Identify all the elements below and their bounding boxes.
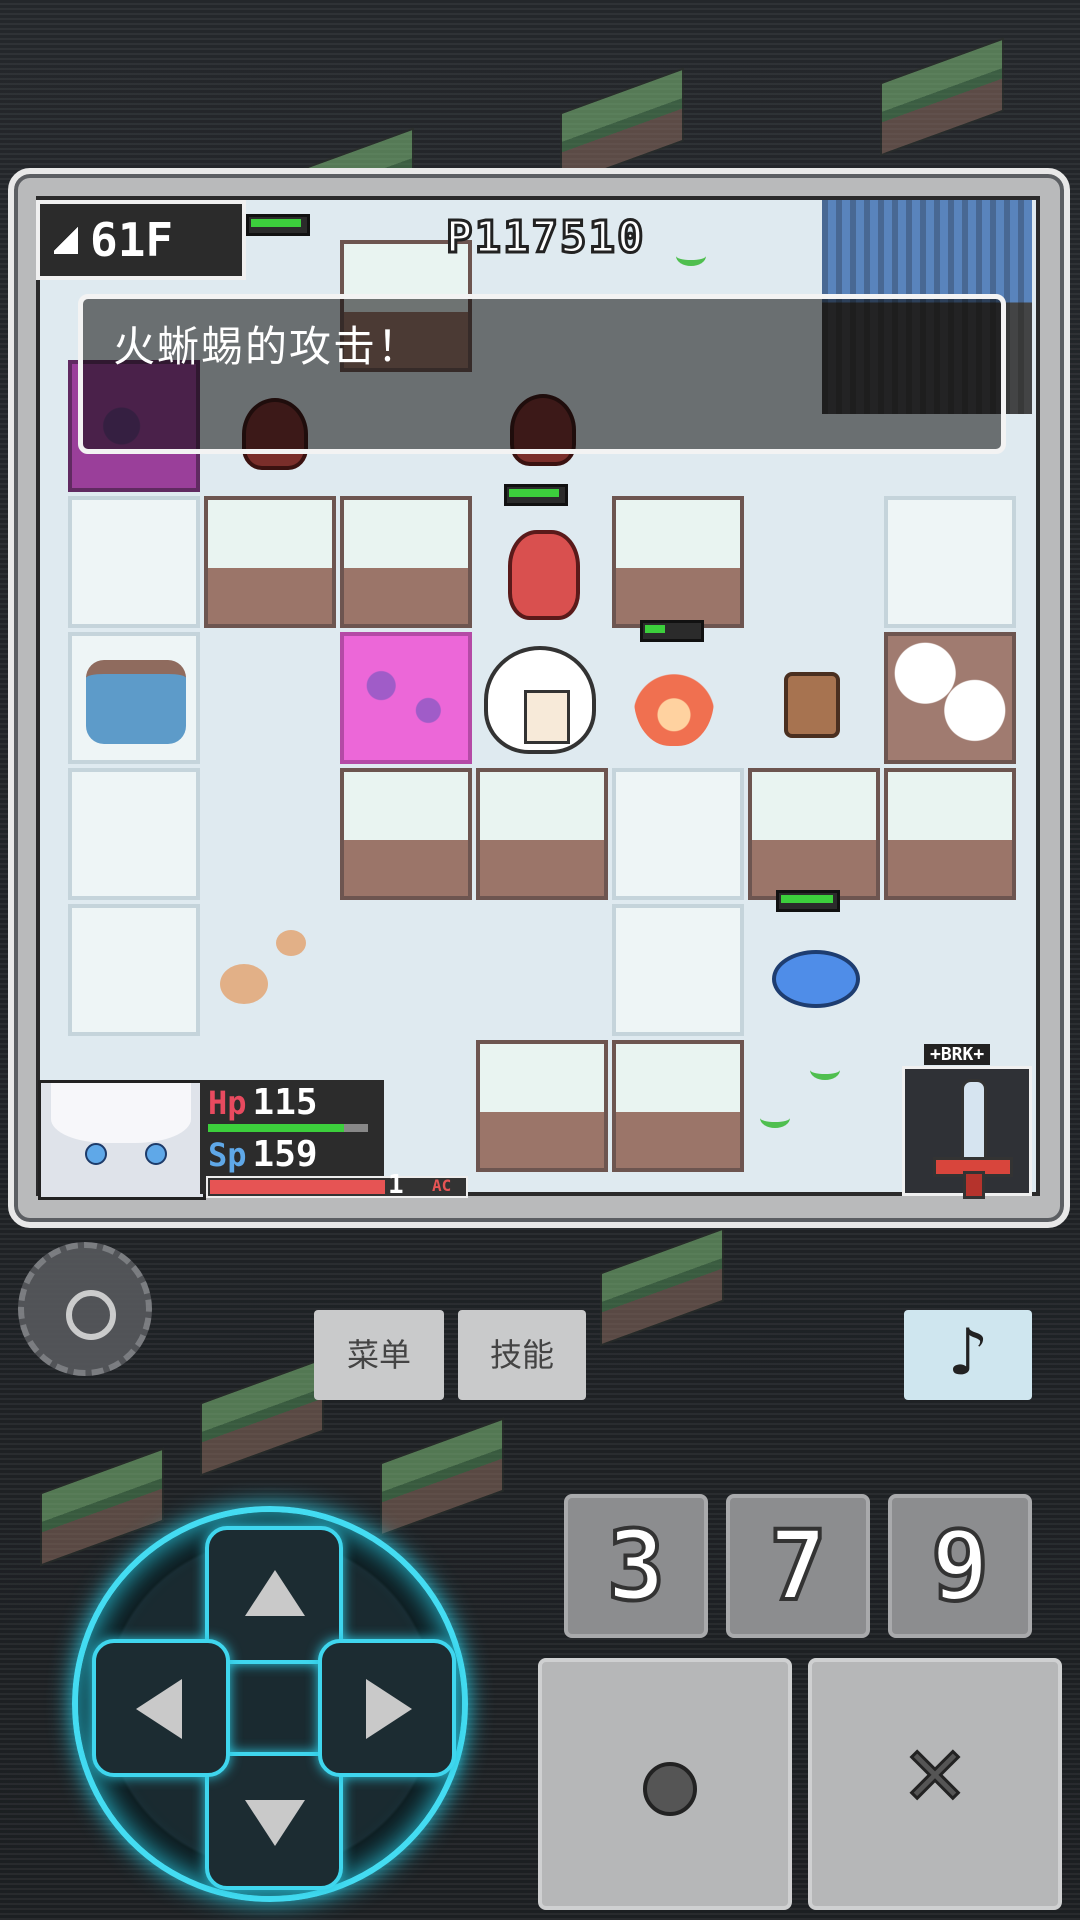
cliff-tile bbox=[884, 768, 1016, 900]
mud-puddle bbox=[276, 930, 306, 956]
hp-value: 115 bbox=[252, 1082, 318, 1123]
dpad-down-button[interactable] bbox=[205, 1752, 343, 1890]
grass-tuft bbox=[810, 1060, 840, 1080]
floor-indicator: 61F bbox=[36, 200, 246, 280]
hp-row: Hp 115 bbox=[208, 1082, 318, 1123]
snow-tile bbox=[612, 768, 744, 900]
exp-bar bbox=[206, 1176, 468, 1198]
gear-icon[interactable] bbox=[18, 1242, 152, 1376]
mud-puddle bbox=[220, 964, 268, 1004]
cliff-tile bbox=[204, 496, 336, 628]
arrow-right-icon bbox=[366, 1679, 412, 1739]
glove-item-icon[interactable] bbox=[784, 672, 840, 738]
battle-message: 火蜥蜴的攻击！ bbox=[113, 322, 422, 371]
enemy-hp-bar bbox=[776, 890, 840, 912]
portrait-eye bbox=[145, 1143, 167, 1165]
fish-enemy-sprite bbox=[772, 950, 860, 1008]
portrait-eye bbox=[85, 1143, 107, 1165]
sp-value: 159 bbox=[252, 1134, 318, 1175]
signal-icon bbox=[54, 224, 78, 254]
x-icon: ✕ bbox=[900, 1729, 970, 1825]
cliff-tile bbox=[748, 768, 880, 900]
key-3-button[interactable]: 3 bbox=[564, 1494, 708, 1638]
cliff-tile bbox=[340, 768, 472, 900]
dpad-up-button[interactable] bbox=[205, 1526, 343, 1664]
arrow-down-icon bbox=[245, 1800, 305, 1846]
cancel-button[interactable]: ✕ bbox=[808, 1658, 1062, 1910]
player-portrait[interactable] bbox=[38, 1080, 206, 1200]
level-value: 1 bbox=[388, 1170, 404, 1200]
arrow-up-icon bbox=[245, 1570, 305, 1616]
grass-tuft bbox=[676, 246, 706, 266]
cliff-tile bbox=[340, 496, 472, 628]
gold-counter: P117510 bbox=[444, 211, 646, 265]
key-9-button[interactable]: 9 bbox=[888, 1494, 1032, 1638]
snow-tile bbox=[68, 496, 200, 628]
cliff-tile bbox=[476, 768, 608, 900]
key-7-button[interactable]: 7 bbox=[726, 1494, 870, 1638]
enemy-hp-bar bbox=[640, 620, 704, 642]
skill-button[interactable]: 技能 bbox=[458, 1310, 586, 1400]
snow-tile bbox=[68, 768, 200, 900]
sp-label: Sp bbox=[208, 1136, 247, 1174]
enemy-hp-bar bbox=[246, 214, 310, 236]
weapon-slot[interactable] bbox=[902, 1066, 1032, 1199]
circle-icon bbox=[643, 1762, 697, 1816]
battle-message-box[interactable]: 火蜥蜴的攻击！ bbox=[78, 294, 1006, 454]
portrait-hair bbox=[51, 1083, 191, 1143]
hp-bar bbox=[208, 1124, 368, 1132]
cliff-tile bbox=[612, 496, 744, 628]
poison-tile bbox=[340, 632, 472, 764]
weapon-tag: +BRK+ bbox=[924, 1044, 991, 1065]
arrow-left-icon bbox=[136, 1679, 182, 1739]
water-pit-tile bbox=[68, 632, 200, 764]
cliff-tile bbox=[612, 1040, 744, 1172]
snow-tile bbox=[612, 904, 744, 1036]
sp-row: Sp 159 bbox=[208, 1134, 318, 1175]
snow-tile bbox=[884, 496, 1016, 628]
snow-tile bbox=[68, 904, 200, 1036]
red-enemy-sprite bbox=[508, 530, 580, 620]
dpad[interactable] bbox=[72, 1506, 468, 1902]
dpad-right-button[interactable] bbox=[318, 1639, 456, 1777]
confirm-button[interactable] bbox=[538, 1658, 792, 1910]
music-note-icon: ♪ bbox=[947, 1316, 989, 1390]
floor-label: 61F bbox=[90, 213, 174, 267]
snow-rock-tile bbox=[884, 632, 1016, 764]
grass-tuft bbox=[760, 1108, 790, 1128]
menu-button[interactable]: 菜单 bbox=[314, 1310, 444, 1400]
hp-label: Hp bbox=[208, 1084, 247, 1122]
enemy-hp-bar bbox=[504, 484, 568, 506]
dpad-left-button[interactable] bbox=[92, 1639, 230, 1777]
cliff-tile bbox=[476, 1040, 608, 1172]
salamander-enemy-sprite bbox=[634, 642, 714, 746]
player-face bbox=[524, 690, 570, 744]
music-button[interactable]: ♪ bbox=[904, 1310, 1032, 1400]
ac-label: AC bbox=[432, 1176, 452, 1195]
